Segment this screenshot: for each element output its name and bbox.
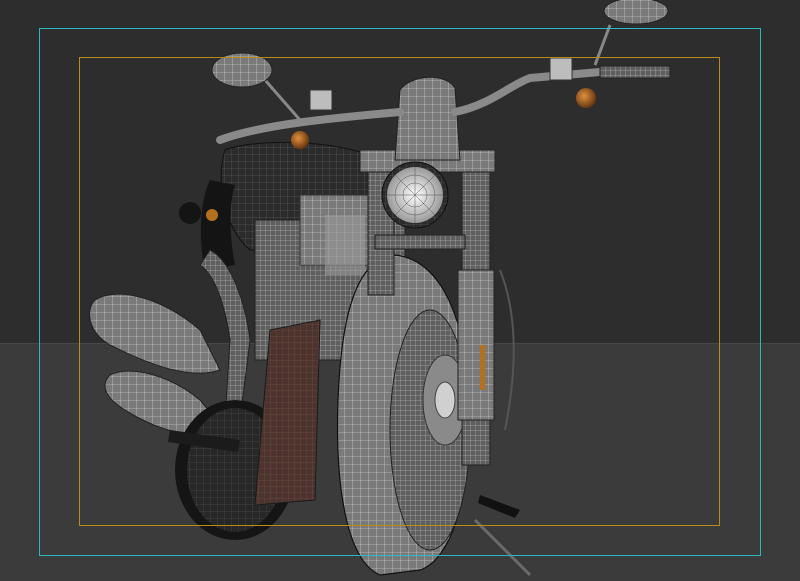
kickstand [478, 495, 520, 518]
radiator-grille [325, 215, 365, 275]
exhaust-pipe-upper [89, 293, 221, 374]
rear-signal-amber [206, 209, 218, 221]
handlebar-switch-left [309, 89, 333, 111]
turn-signal-right [576, 88, 596, 108]
front-wheel-hub [434, 381, 456, 419]
handlebar-left [216, 108, 404, 144]
3d-viewport[interactable] [0, 0, 800, 581]
headlight-lens-mesh [387, 167, 443, 223]
mirror-stem-right [593, 24, 612, 66]
mirror-left [211, 52, 273, 88]
fork-slider-right [457, 269, 495, 421]
handlebar-switch-right [549, 57, 573, 81]
exhaust-header [199, 249, 251, 421]
brake-cable [499, 269, 515, 431]
headlamp-shroud [394, 76, 461, 161]
rear-signal-left [179, 202, 201, 224]
mirror-stem-left [263, 79, 302, 121]
motorcycle-wireframe-model[interactable] [0, 0, 800, 581]
handlebar-grip-right [599, 65, 671, 79]
stand-rod [473, 518, 532, 577]
mirror-right [603, 0, 669, 25]
fork-reflector [480, 345, 485, 390]
light-bar [374, 234, 466, 250]
turn-signal-left [291, 131, 309, 149]
